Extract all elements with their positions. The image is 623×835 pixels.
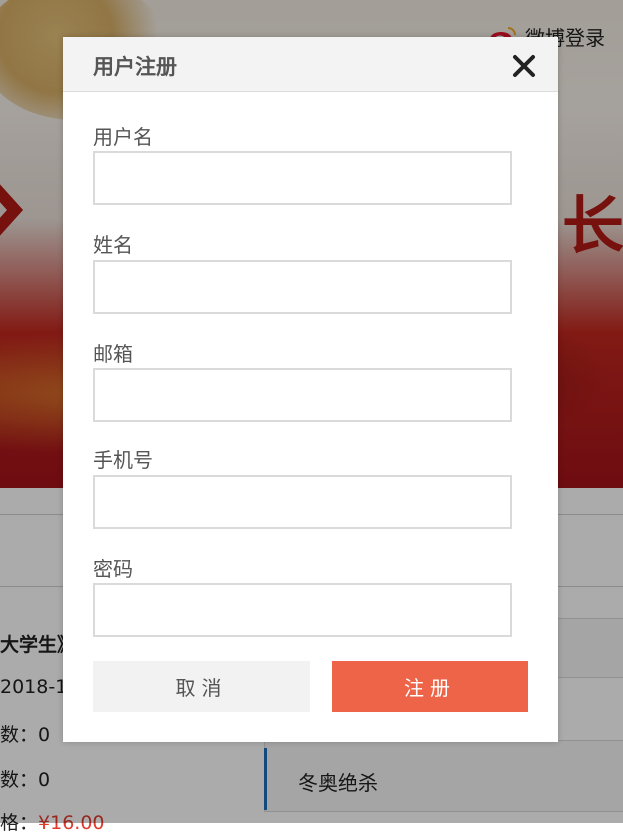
register-button[interactable]: 注册 <box>332 661 528 712</box>
dialog-title: 用户注册 <box>93 55 177 79</box>
email-input[interactable] <box>93 368 512 422</box>
close-icon[interactable] <box>509 51 539 81</box>
dialog-header: 用户注册 <box>63 37 558 92</box>
name-label: 姓名 <box>93 233 133 257</box>
username-label: 用户名 <box>93 125 153 149</box>
phone-input[interactable] <box>93 475 512 529</box>
register-dialog: 用户注册 用户名 姓名 邮箱 手机号 密码 取消 注册 <box>63 37 558 742</box>
username-input[interactable] <box>93 151 512 205</box>
cancel-button[interactable]: 取消 <box>93 661 310 712</box>
phone-label: 手机号 <box>93 448 153 472</box>
name-input[interactable] <box>93 260 512 314</box>
password-label: 密码 <box>93 557 133 581</box>
email-label: 邮箱 <box>93 342 133 366</box>
password-input[interactable] <box>93 583 512 637</box>
